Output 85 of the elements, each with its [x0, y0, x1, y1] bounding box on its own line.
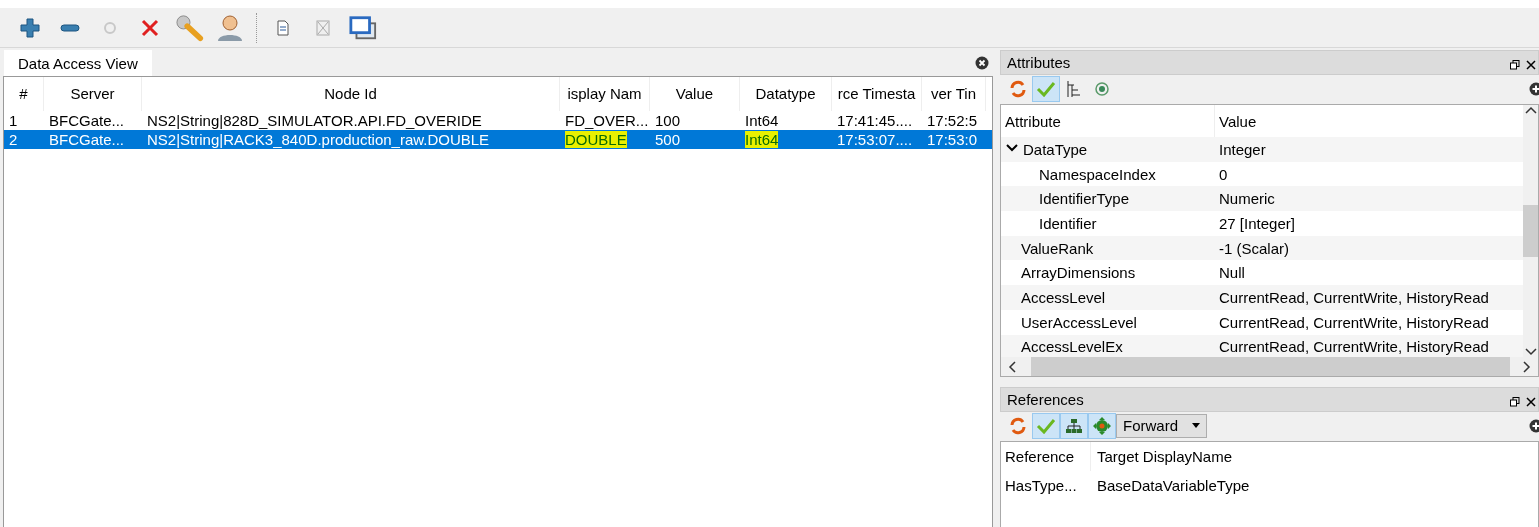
- caret-icon: [1192, 423, 1200, 428]
- table-cell: Int64: [745, 131, 779, 148]
- table-cell: 2: [9, 131, 18, 148]
- close-button[interactable]: [1526, 57, 1536, 68]
- column-header[interactable]: isplay Nam: [560, 77, 650, 111]
- table-cell: 100: [655, 112, 681, 129]
- table-cell: 17:53:0: [927, 131, 978, 148]
- delete-icon: [141, 18, 159, 37]
- column-header[interactable]: Reference: [1001, 442, 1091, 471]
- attribute-value: Numeric: [1218, 190, 1276, 208]
- hierarchy-icon: [1065, 417, 1083, 434]
- document-icon: [316, 19, 330, 36]
- direction-dropdown[interactable]: Forward: [1116, 413, 1207, 438]
- document-icon: [277, 19, 289, 36]
- float-button[interactable]: [1510, 57, 1520, 68]
- table-cell: Int64: [745, 112, 779, 129]
- check-button[interactable]: [1032, 412, 1060, 439]
- table-cell: FD_OVER...: [565, 112, 649, 129]
- column-header[interactable]: rce Timesta: [832, 77, 922, 111]
- table-cell: 17:52:5: [927, 112, 978, 129]
- table-row[interactable]: 2 BFCGate... NS2|String|RACK3_840D.production_raw.DOUBLE DOUBLE 500 Int64 17:53:07.... 17:53:0: [4, 130, 992, 149]
- windows-button[interactable]: [349, 13, 377, 42]
- attribute-name: ValueRank: [1021, 239, 1094, 257]
- close-button[interactable]: [975, 56, 989, 70]
- move-button[interactable]: [1088, 412, 1116, 439]
- table-cell: NS2|String|828D_SIMULATOR.API.FD_OVERIDE: [147, 112, 482, 129]
- column-header[interactable]: Datatype: [740, 77, 832, 111]
- hierarchy-button[interactable]: [1060, 412, 1088, 439]
- attribute-value: CurrentRead, CurrentWrite, HistoryRead: [1218, 313, 1490, 331]
- plus-icon: [20, 17, 40, 38]
- move-icon: [1093, 416, 1111, 435]
- attribute-name: DataType: [1023, 140, 1088, 158]
- attribute-value: CurrentRead, CurrentWrite, HistoryRead: [1218, 338, 1490, 356]
- attribute-value: Null: [1218, 264, 1246, 282]
- attribute-name: Identifier: [1039, 214, 1097, 232]
- column-header[interactable]: ver Tin: [922, 77, 986, 111]
- add-button[interactable]: [1529, 418, 1539, 433]
- check-button[interactable]: [1032, 75, 1060, 102]
- attribute-name: AccessLevel: [1021, 288, 1106, 306]
- tree-icon: [1066, 79, 1082, 98]
- attribute-value: Integer: [1218, 140, 1267, 158]
- refresh-icon: [1009, 79, 1027, 98]
- refresh-icon: [1009, 416, 1027, 435]
- vertical-scrollbar[interactable]: [1523, 105, 1538, 357]
- tab[interactable]: Data Access View: [4, 50, 152, 76]
- column-header[interactable]: #: [4, 77, 44, 111]
- table-cell: 500: [655, 131, 681, 148]
- panel-title: Attributes: [1007, 54, 1071, 71]
- attribute-name: ArrayDimensions: [1021, 264, 1136, 282]
- attribute-name: IdentifierType: [1039, 190, 1130, 208]
- table-cell: DOUBLE: [565, 131, 627, 148]
- attribute-value: 0: [1218, 165, 1229, 183]
- attribute-name: UserAccessLevel: [1021, 313, 1137, 331]
- float-button[interactable]: [1510, 394, 1520, 405]
- check-icon: [1036, 80, 1056, 97]
- column-header[interactable]: Node Id: [142, 77, 560, 111]
- table-cell: BFCGate...: [49, 112, 125, 129]
- column-header[interactable]: Attribute: [1005, 112, 1061, 130]
- table-cell-text: BaseDataVariableType: [1096, 477, 1250, 494]
- target-icon: [1095, 81, 1109, 96]
- attribute-value: -1 (Scalar): [1218, 239, 1290, 257]
- column-header[interactable]: Target DisplayName: [1091, 448, 1233, 465]
- attribute-name: AccessLevelEx: [1021, 338, 1123, 356]
- table-cell: 17:41:45....: [837, 112, 913, 129]
- windows-icon: [349, 14, 377, 41]
- table-cell: 1: [9, 112, 18, 129]
- table-row[interactable]: 1 BFCGate... NS2|String|828D_SIMULATOR.API.FD_OVERIDE FD_OVER... 100 Int64 17:41:45.... 17:52:5: [4, 111, 992, 130]
- column-header[interactable]: Value: [1215, 112, 1523, 130]
- minus-icon: [60, 23, 80, 32]
- check-icon: [1036, 417, 1056, 434]
- table-cell-text: HasType...: [1004, 477, 1078, 494]
- user-icon: [217, 13, 243, 42]
- attribute-value: 27 [Integer]: [1218, 214, 1296, 232]
- column-header[interactable]: Value: [650, 77, 740, 111]
- close-button[interactable]: [1526, 394, 1536, 405]
- attribute-name: NamespaceIndex: [1039, 165, 1156, 183]
- table-cell: BFCGate...: [49, 131, 125, 148]
- scroll-thumb[interactable]: [1523, 205, 1538, 257]
- column-header[interactable]: Server: [44, 77, 142, 111]
- add-button[interactable]: [1529, 81, 1539, 96]
- user-button[interactable]: [216, 13, 244, 42]
- panel-title: References: [1007, 391, 1084, 408]
- attribute-value: CurrentRead, CurrentWrite, HistoryRead: [1218, 288, 1490, 306]
- table-cell: 17:53:07....: [837, 131, 913, 148]
- table-cell: NS2|String|RACK3_840D.production_raw.DOUBLE: [147, 131, 490, 148]
